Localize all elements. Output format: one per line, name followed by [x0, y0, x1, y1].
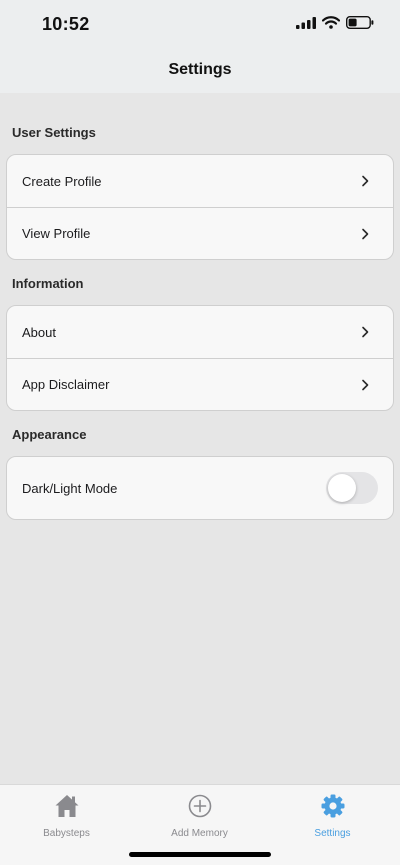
- home-icon: [55, 795, 78, 817]
- chevron-right-icon: [362, 326, 369, 338]
- gear-icon: [321, 794, 344, 818]
- battery-icon: [346, 16, 374, 29]
- chevron-right-icon: [362, 379, 369, 390]
- section-title-user-settings: User Settings: [12, 125, 96, 140]
- add-circle-icon: [188, 794, 211, 818]
- about-row[interactable]: About: [7, 306, 393, 358]
- tab-settings-label: Settings: [314, 828, 351, 839]
- appearance-card: Dark/Light Mode: [6, 456, 394, 520]
- status-icons: [296, 16, 374, 29]
- section-title-information: Information: [12, 276, 84, 291]
- create-profile-label: Create Profile: [22, 173, 102, 189]
- chevron-right-icon: [362, 228, 369, 239]
- view-profile-label: View Profile: [22, 226, 91, 241]
- tab-babysteps-label: Babysteps: [43, 828, 90, 839]
- tab-add-memory-label: Add Memory: [171, 828, 228, 839]
- create-profile-row[interactable]: Create Profile: [7, 155, 393, 207]
- tab-add-memory[interactable]: Add Memory: [133, 793, 266, 839]
- dark-light-mode-row: Dark/Light Mode: [7, 457, 393, 519]
- information-card: About App Disclaimer: [6, 305, 394, 411]
- app-disclaimer-label: App Disclaimer: [22, 377, 110, 392]
- home-indicator: [129, 852, 271, 857]
- cellular-signal-icon: [296, 16, 316, 29]
- tab-settings[interactable]: Settings: [266, 793, 399, 839]
- page-title: Settings: [168, 61, 232, 78]
- top-bar: 10:52 Settings: [0, 0, 400, 93]
- dark-light-mode-toggle[interactable]: [326, 472, 378, 504]
- settings-screen: 10:52 Settings User Settings Create Prof…: [0, 0, 400, 865]
- wifi-icon: [322, 16, 340, 29]
- status-time: 10:52: [42, 14, 90, 34]
- view-profile-row[interactable]: View Profile: [7, 207, 393, 259]
- section-title-appearance: Appearance: [12, 427, 87, 442]
- user-settings-card: Create Profile View Profile: [6, 154, 394, 260]
- app-disclaimer-row[interactable]: App Disclaimer: [7, 358, 393, 410]
- tab-babysteps[interactable]: Babysteps: [0, 793, 133, 839]
- toggle-knob: [328, 474, 356, 502]
- dark-light-mode-label: Dark/Light Mode: [22, 480, 118, 496]
- chevron-right-icon: [362, 175, 369, 187]
- about-label: About: [22, 324, 56, 340]
